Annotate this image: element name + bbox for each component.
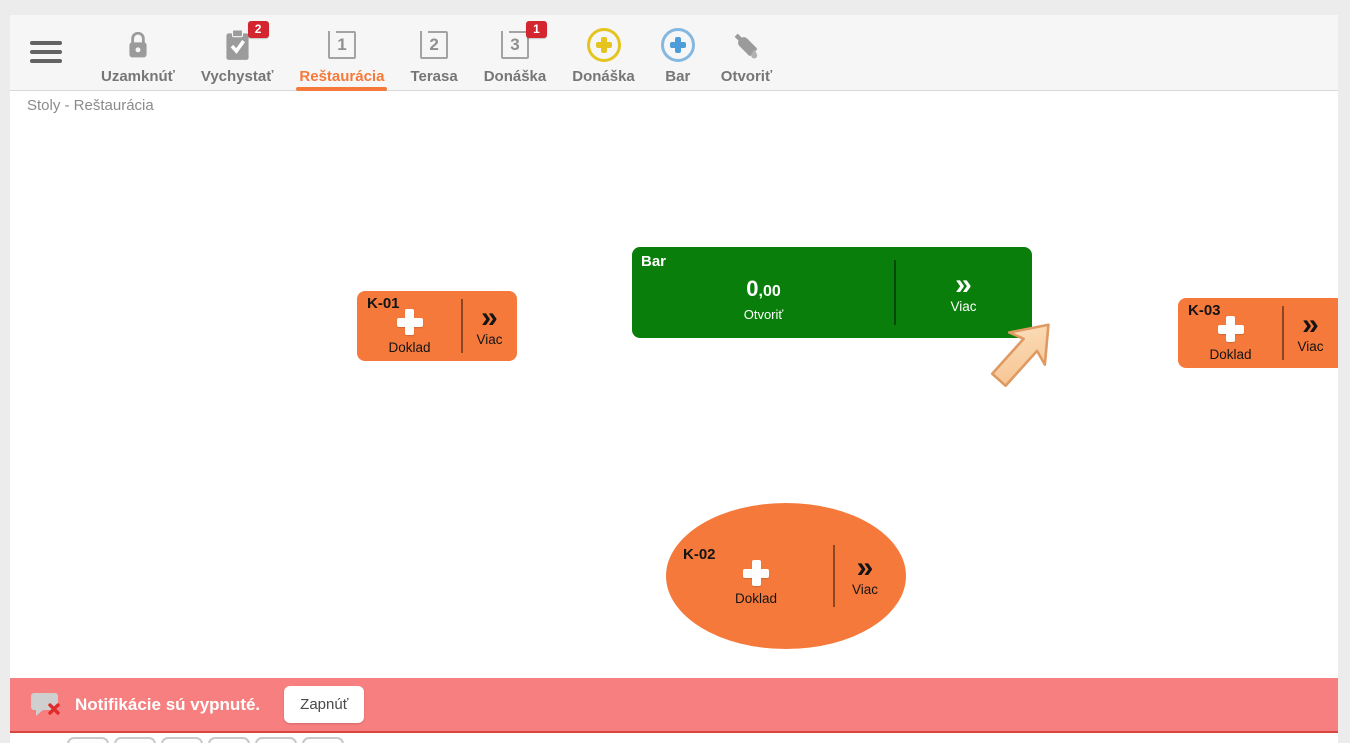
toolbar-item-open[interactable]: Otvoriť: [708, 15, 785, 90]
badge-count: 1: [526, 21, 547, 38]
plus-icon: [397, 309, 423, 335]
table-divider: [833, 545, 835, 607]
toolbar-item-label: Donáška: [484, 68, 547, 85]
pos-app-window: Uzamknúť 2 Vychystať 1 Reštaurácia: [10, 15, 1338, 743]
double-chevron-icon: »: [857, 555, 874, 581]
table-k03[interactable]: K-03 Doklad » Viac: [1178, 298, 1338, 368]
table-k01-viac-button[interactable]: » Viac: [462, 291, 517, 361]
floor-plan-canvas: Stoly - Reštaurácia K-01 Doklad » Viac B…: [10, 91, 1338, 743]
table-name: K-02: [683, 546, 716, 563]
plus-icon: [1218, 316, 1244, 342]
cutoff-button[interactable]: [114, 737, 156, 743]
badge-count: 2: [248, 21, 269, 38]
number-2-icon: 2: [420, 27, 448, 63]
table-bar-viac-button[interactable]: » Viac: [895, 247, 1032, 338]
doklad-label: Doklad: [1209, 347, 1251, 362]
toolbar-item-label: Otvoriť: [721, 68, 772, 85]
area-label: Stoly - Reštaurácia: [27, 97, 154, 114]
toolbar-items: Uzamknúť 2 Vychystať 1 Reštaurácia: [88, 15, 785, 90]
otvorit-label: Otvoriť: [744, 307, 784, 322]
plus-icon: [743, 560, 769, 586]
table-name: Bar: [641, 253, 666, 270]
table-name: K-01: [367, 295, 400, 312]
table-bar-otvorit-button[interactable]: 0,00 Otvoriť: [632, 247, 895, 338]
number-1-icon: 1: [328, 27, 356, 63]
lock-icon: [125, 27, 151, 63]
top-toolbar: Uzamknúť 2 Vychystať 1 Reštaurácia: [10, 15, 1338, 91]
doklad-label: Doklad: [735, 591, 777, 606]
table-k02-doklad-button[interactable]: Doklad: [676, 503, 836, 649]
cutoff-button[interactable]: [161, 737, 203, 743]
viac-label: Viac: [852, 582, 878, 597]
toolbar-tab-donaska[interactable]: 3 1 Donáška: [471, 15, 560, 90]
toolbar-item-label: Vychystať: [201, 68, 274, 85]
toolbar-tab-restauracia[interactable]: 1 Reštaurácia: [286, 15, 397, 90]
table-k02-viac-button[interactable]: » Viac: [836, 503, 894, 649]
toolbar-item-label: Terasa: [410, 68, 457, 85]
cutoff-button[interactable]: [208, 737, 250, 743]
double-chevron-icon: »: [1302, 312, 1319, 338]
toolbar-item-label: Donáška: [572, 68, 635, 85]
double-chevron-icon: »: [955, 272, 972, 298]
chat-disabled-icon: [30, 691, 63, 719]
toolbar-item-prepare[interactable]: 2 Vychystať: [188, 15, 287, 90]
toolbar-item-lock[interactable]: Uzamknúť: [88, 15, 188, 90]
toolbar-tab-terasa[interactable]: 2 Terasa: [397, 15, 470, 90]
viac-label: Viac: [950, 299, 976, 314]
table-k01[interactable]: K-01 Doklad » Viac: [357, 291, 517, 361]
toolbar-item-label: Reštaurácia: [299, 68, 384, 85]
cutoff-button[interactable]: [255, 737, 297, 743]
clipboard-check-icon: 2: [224, 27, 251, 63]
table-bar[interactable]: Bar 0,00 Otvoriť » Viac: [632, 247, 1032, 338]
table-amount: 0,00: [746, 277, 781, 304]
enable-notifications-button[interactable]: Zapnúť: [284, 686, 364, 723]
viac-label: Viac: [1297, 339, 1323, 354]
plus-circle-yellow-icon: [587, 27, 621, 63]
toolbar-item-label: Bar: [665, 68, 690, 85]
double-chevron-icon: »: [481, 305, 498, 331]
cutoff-button[interactable]: [302, 737, 344, 743]
toolbar-item-new-donaska[interactable]: Donáška: [559, 15, 648, 90]
table-name: K-03: [1188, 302, 1221, 319]
toolbar-item-label: Uzamknúť: [101, 68, 175, 85]
table-k03-viac-button[interactable]: » Viac: [1283, 298, 1338, 368]
viac-label: Viac: [476, 332, 502, 347]
notification-message: Notifikácie sú vypnuté.: [75, 695, 260, 715]
table-k02[interactable]: K-02 Doklad » Viac: [666, 503, 906, 649]
number-3-icon: 3 1: [501, 27, 529, 63]
toolbar-item-new-bar[interactable]: Bar: [648, 15, 708, 90]
doklad-label: Doklad: [388, 340, 430, 355]
hamburger-menu-icon[interactable]: [30, 41, 62, 65]
notification-bar: Notifikácie sú vypnuté. Zapnúť: [10, 678, 1338, 733]
plus-circle-blue-icon: [661, 27, 695, 63]
bottle-icon: [731, 27, 761, 63]
cutoff-button[interactable]: [67, 737, 109, 743]
